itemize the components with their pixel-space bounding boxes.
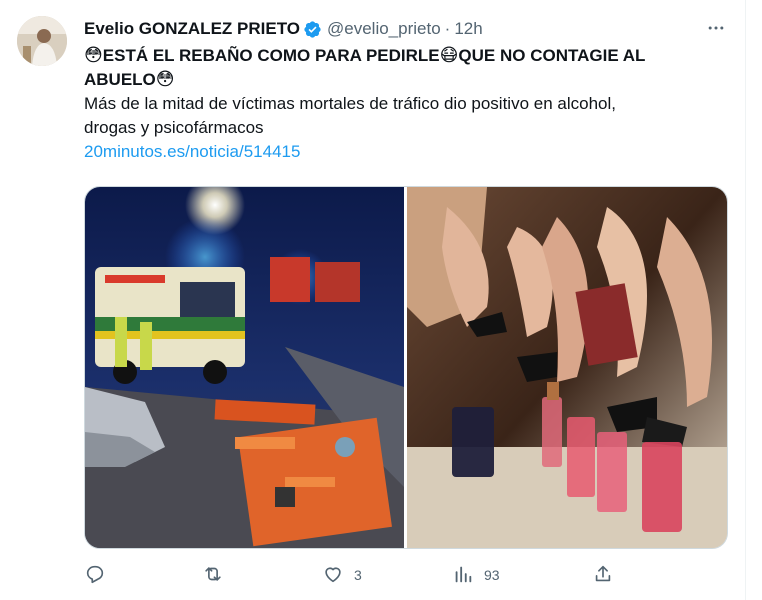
share-button[interactable] — [592, 560, 614, 590]
tweet-line-1: 😳ESTÁ EL REBAÑO COMO PARA PEDIRLE😷QUE NO… — [84, 44, 724, 68]
views-count: 93 — [484, 567, 500, 583]
views-icon — [452, 563, 474, 588]
like-button[interactable]: 3 — [322, 560, 362, 590]
timeline-divider — [745, 0, 746, 600]
heart-icon — [322, 563, 344, 588]
retweet-icon — [202, 563, 224, 588]
retweet-button[interactable] — [202, 560, 224, 590]
tweet-header: Evelio GONZALEZ PRIETO @evelio_prieto · … — [84, 18, 483, 40]
author-name[interactable]: Evelio GONZALEZ PRIETO — [84, 19, 300, 39]
tweet[interactable]: Evelio GONZALEZ PRIETO @evelio_prieto · … — [0, 0, 746, 600]
reply-icon — [84, 563, 106, 588]
avatar[interactable] — [17, 16, 67, 66]
action-bar: 3 93 — [84, 560, 624, 590]
more-options-icon[interactable] — [702, 14, 730, 42]
tweet-text-b: QUE NO CONTAGIE AL — [458, 46, 646, 65]
media-grid — [84, 186, 728, 549]
verified-badge-icon — [303, 20, 322, 39]
author-handle[interactable]: @evelio_prieto — [327, 19, 441, 39]
tweet-text-a: ESTÁ EL REBAÑO COMO PARA PEDIRLE — [102, 46, 440, 65]
tweet-line-2: ABUELO😳 — [84, 68, 724, 92]
drinking-party-photo[interactable] — [407, 187, 727, 548]
article-link[interactable]: 20minutos.es/noticia/514415 — [84, 140, 724, 164]
accident-scene-photo[interactable] — [85, 187, 404, 548]
mask-face-emoji: 😷 — [439, 45, 459, 66]
separator-dot: · — [444, 19, 451, 38]
tweet-body-line-1: Más de la mitad de víctimas mortales de … — [84, 94, 616, 113]
share-icon — [592, 563, 614, 588]
like-count: 3 — [354, 567, 362, 583]
flushed-face-emoji: 😳 — [155, 69, 175, 90]
tweet-text-c: ABUELO — [84, 70, 156, 89]
reply-button[interactable] — [84, 560, 106, 590]
tweet-text: 😳ESTÁ EL REBAÑO COMO PARA PEDIRLE😷QUE NO… — [84, 44, 724, 164]
timestamp[interactable]: 12h — [454, 19, 482, 39]
tweet-body-line-2: drogas y psicofármacos — [84, 118, 264, 137]
flushed-face-emoji: 😳 — [84, 45, 103, 66]
views-button[interactable]: 93 — [452, 560, 500, 590]
